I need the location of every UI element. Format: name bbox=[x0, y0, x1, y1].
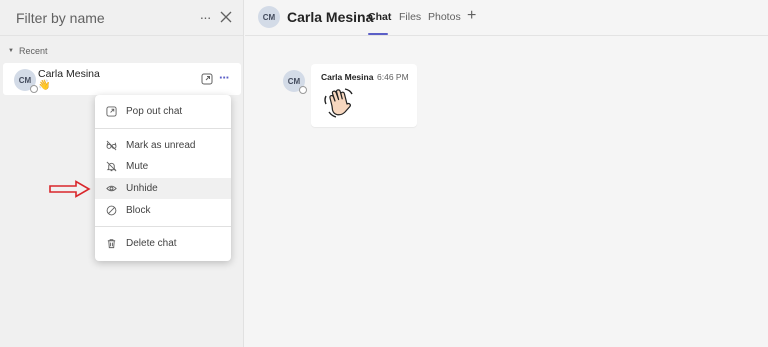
recent-label: Recent bbox=[18, 46, 48, 56]
popout-icon[interactable] bbox=[201, 73, 213, 85]
menu-divider bbox=[95, 226, 231, 227]
bell-off-icon bbox=[106, 161, 117, 172]
add-tab-icon[interactable]: + bbox=[467, 7, 476, 25]
menu-item-label: Pop out chat bbox=[126, 106, 183, 117]
active-tab-indicator bbox=[368, 33, 388, 35]
menu-item-unhide[interactable]: Unhide bbox=[95, 178, 231, 199]
glasses-icon bbox=[106, 140, 117, 151]
menu-item-pop-out-chat[interactable]: Pop out chat bbox=[95, 101, 231, 122]
message-avatar[interactable]: CM bbox=[283, 70, 307, 94]
annotation-arrow-icon bbox=[49, 180, 91, 198]
presence-icon bbox=[30, 85, 38, 93]
menu-divider bbox=[95, 128, 231, 129]
menu-item-mark-as-unread[interactable]: Mark as unread bbox=[95, 135, 231, 156]
menu-item-label: Mark as unread bbox=[126, 140, 196, 151]
menu-item-mute[interactable]: Mute bbox=[95, 156, 231, 177]
avatar-initials: CM bbox=[18, 75, 32, 85]
avatar: CM bbox=[14, 69, 38, 93]
chat-title: Carla Mesina bbox=[287, 9, 374, 25]
avatar[interactable]: CM bbox=[258, 6, 280, 28]
menu-item-label: Mute bbox=[126, 161, 149, 172]
popout-icon bbox=[106, 106, 117, 117]
block-icon bbox=[106, 205, 117, 216]
chat-context-menu: Pop out chat Mark as unread Mute Unhide … bbox=[95, 95, 231, 261]
tab-photos[interactable]: Photos bbox=[428, 11, 461, 23]
chat-item-name: Carla Mesina bbox=[38, 68, 100, 80]
tab-chat[interactable]: Chat bbox=[368, 11, 391, 23]
avatar-initials: CM bbox=[262, 12, 276, 22]
menu-item-label: Unhide bbox=[126, 183, 158, 194]
menu-item-block[interactable]: Block bbox=[95, 200, 231, 221]
chat-item-preview: 👋 bbox=[38, 80, 51, 91]
avatar-initials: CM bbox=[287, 76, 301, 86]
waving-hand-icon bbox=[324, 88, 353, 118]
filter-input[interactable] bbox=[16, 9, 186, 26]
more-options-icon[interactable]: ··· bbox=[196, 9, 214, 27]
message-timestamp: 6:46 PM bbox=[377, 72, 409, 82]
chat-more-options-icon[interactable]: ··· bbox=[219, 70, 230, 85]
message-bubble[interactable]: Carla Mesina 6:46 PM bbox=[311, 64, 417, 127]
menu-item-label: Delete chat bbox=[126, 238, 177, 249]
tab-files[interactable]: Files bbox=[399, 11, 421, 23]
eye-icon bbox=[106, 185, 117, 192]
recent-section-header[interactable]: ▼ Recent bbox=[0, 44, 47, 58]
message-author: Carla Mesina bbox=[321, 72, 374, 82]
chat-header: CM Carla Mesina Chat Files Photos + bbox=[245, 0, 768, 36]
close-icon[interactable] bbox=[218, 9, 234, 25]
menu-item-delete-chat[interactable]: Delete chat bbox=[95, 233, 231, 254]
chevron-down-icon: ▼ bbox=[8, 48, 14, 54]
trash-icon bbox=[107, 239, 116, 249]
menu-item-label: Block bbox=[126, 205, 151, 216]
chat-list-item[interactable]: CM Carla Mesina 👋 ··· bbox=[3, 63, 241, 95]
presence-icon bbox=[299, 86, 307, 94]
